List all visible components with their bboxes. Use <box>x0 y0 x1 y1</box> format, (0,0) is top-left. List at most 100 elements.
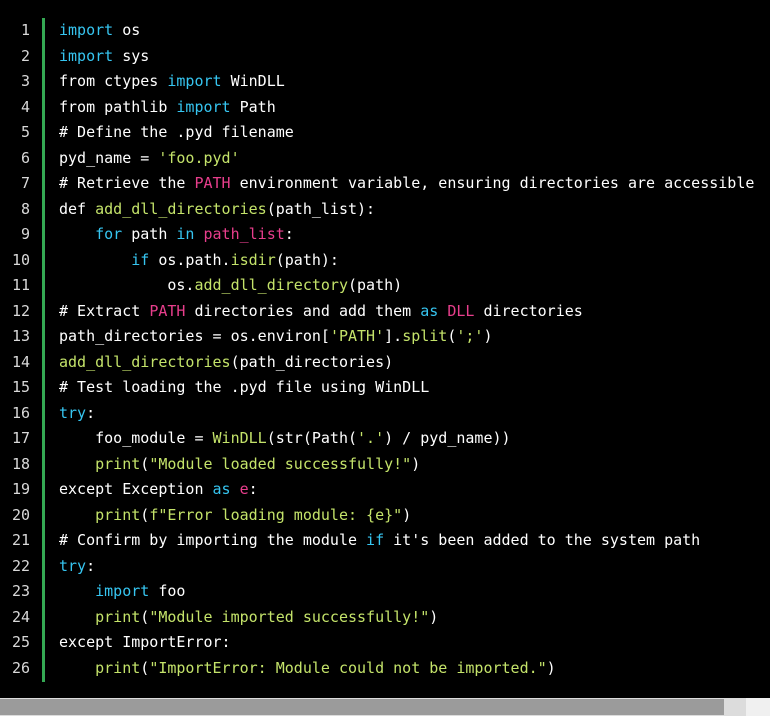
code-token-builtin: DLL <box>447 301 475 320</box>
code-line: except ImportError: <box>59 630 770 656</box>
code-line: # Test loading the .pyd file using WinDL… <box>59 375 770 401</box>
code-token-keyword: in <box>176 225 195 243</box>
code-line: except Exception as e: <box>59 477 770 503</box>
code-token-plain: ( <box>140 607 150 626</box>
code-line: print(f"Error loading module: {e}") <box>59 503 770 529</box>
code-token-plain: ) <box>546 658 556 677</box>
line-number: 16 <box>11 403 30 422</box>
code-token-plain: : <box>86 403 96 422</box>
code-token-builtin: PATH <box>194 174 231 192</box>
code-token-plain: from ctypes <box>59 72 168 90</box>
code-line: os.add_dll_directory(path) <box>59 273 770 299</box>
code-token-plain: path_directories = os.environ[ <box>59 327 330 345</box>
line-number: 19 <box>11 480 30 498</box>
code-token-string: "Module imported successfully!" <box>149 607 430 626</box>
code-token-plain: pyd_name = <box>59 148 159 167</box>
code-token-keyword: import <box>176 97 231 116</box>
code-token-func: add_dll_directory <box>194 276 348 294</box>
code-line: from pathlib import Path <box>59 95 770 121</box>
code-token-comment: directories and add them <box>185 301 421 320</box>
code-token-builtin: path_list <box>203 225 285 243</box>
code-token-plain: ) <box>402 505 412 524</box>
code-token-keyword: import <box>95 582 150 600</box>
line-number: 3 <box>20 72 30 90</box>
code-token-keyword: if <box>366 531 385 549</box>
code-token-comment: # Test loading the .pyd file using WinDL… <box>59 378 430 396</box>
code-line: add_dll_directories(path_directories) <box>59 350 770 376</box>
code-token-string: f"Error loading module: {e}" <box>149 505 403 524</box>
code-line: foo_module = WinDLL(str(Path('.') / pyd_… <box>59 426 770 452</box>
code-token-keyword: if <box>131 250 150 269</box>
code-line: from ctypes import WinDLL <box>59 69 770 95</box>
line-number: 20 <box>11 505 30 524</box>
line-number: 24 <box>11 607 30 626</box>
line-number: 21 <box>11 531 30 549</box>
code-token-plain: ) <box>429 607 439 626</box>
code-token-plain: WinDLL <box>221 72 285 90</box>
code-token-plain: ( <box>140 505 150 524</box>
code-area[interactable]: import os import sys from ctypes import Wi… <box>59 18 770 692</box>
code-line: # Confirm by importing the module if it'… <box>59 528 770 554</box>
line-number: 15 <box>11 378 30 396</box>
code-token-func: print <box>95 658 141 677</box>
code-line: try: <box>59 401 770 427</box>
code-token-builtin: PATH <box>149 301 186 320</box>
line-number: 1 <box>20 21 30 39</box>
line-number: 22 <box>11 556 30 575</box>
code-line: pyd_name = 'foo.pyd' <box>59 146 770 172</box>
line-number: 12 <box>11 301 30 320</box>
code-line: import os <box>59 18 770 44</box>
line-number: 10 <box>11 250 30 269</box>
line-number: 5 <box>20 123 30 141</box>
code-token-plain: ) <box>483 327 493 345</box>
code-token-plain: (path) <box>348 276 403 294</box>
code-token-plain: sys <box>113 46 150 65</box>
code-token-plain: : <box>86 556 96 575</box>
code-token-plain: except ImportError: <box>59 633 231 651</box>
code-token-comment <box>438 302 447 320</box>
code-token-plain: (str(Path( <box>266 429 358 447</box>
line-number: 9 <box>20 225 30 243</box>
code-token-plain: (path_list): <box>266 199 376 218</box>
code-token-plain: foo <box>149 582 186 600</box>
scrollbar-thumb[interactable] <box>0 699 724 715</box>
code-line: # Retrieve the PATH environment variable… <box>59 171 770 197</box>
code-token-string: "ImportError: Module could not be import… <box>149 658 547 677</box>
code-token-plain: os <box>113 21 141 39</box>
code-token-comment: # Extract <box>59 301 150 320</box>
code-line: import foo <box>59 579 770 605</box>
horizontal-scrollbar[interactable] <box>0 698 770 716</box>
code-token-func: add_dll_directories <box>59 352 231 371</box>
code-line: for path in path_list: <box>59 222 770 248</box>
code-line: print("Module loaded successfully!") <box>59 452 770 478</box>
line-number: 4 <box>20 97 30 116</box>
code-token-comment: environment variable, ensuring directori… <box>230 174 755 192</box>
code-token-func: WinDLL <box>212 429 267 447</box>
code-token-comment: # Confirm by importing the module <box>59 531 367 549</box>
code-token-comment: directories <box>474 301 583 320</box>
line-number: 13 <box>11 327 30 345</box>
code-token-plain: ( <box>140 658 150 677</box>
line-number: 2 <box>20 46 30 65</box>
code-block: 1 2 3 4 5 6 7 8 9 10 11 12 13 14 15 16 17 18 19 20 21 22 23 24 2… <box>0 0 770 698</box>
code-token-plain: ( <box>140 454 150 473</box>
code-line: print("ImportError: Module could not be … <box>59 656 770 682</box>
code-token-plain: Path <box>230 97 276 116</box>
code-token-comment: # Retrieve the <box>59 174 195 192</box>
code-token-plain: (path_directories) <box>230 352 394 371</box>
code-line: try: <box>59 554 770 580</box>
code-line: print("Module imported successfully!") <box>59 605 770 631</box>
line-number: 8 <box>20 199 30 218</box>
code-token-plain: except Exception <box>59 480 213 498</box>
code-line: # Define the .pyd filename <box>59 120 770 146</box>
code-body: 1 2 3 4 5 6 7 8 9 10 11 12 13 14 15 16 17 18 19 20 21 22 23 24 2… <box>0 18 770 692</box>
code-line: if os.path.isdir(path): <box>59 248 770 274</box>
line-number: 7 <box>20 174 30 192</box>
line-number-gutter: 1 2 3 4 5 6 7 8 9 10 11 12 13 14 15 16 17 18 19 20 21 22 23 24 2… <box>0 18 45 682</box>
line-number: 6 <box>20 148 30 167</box>
